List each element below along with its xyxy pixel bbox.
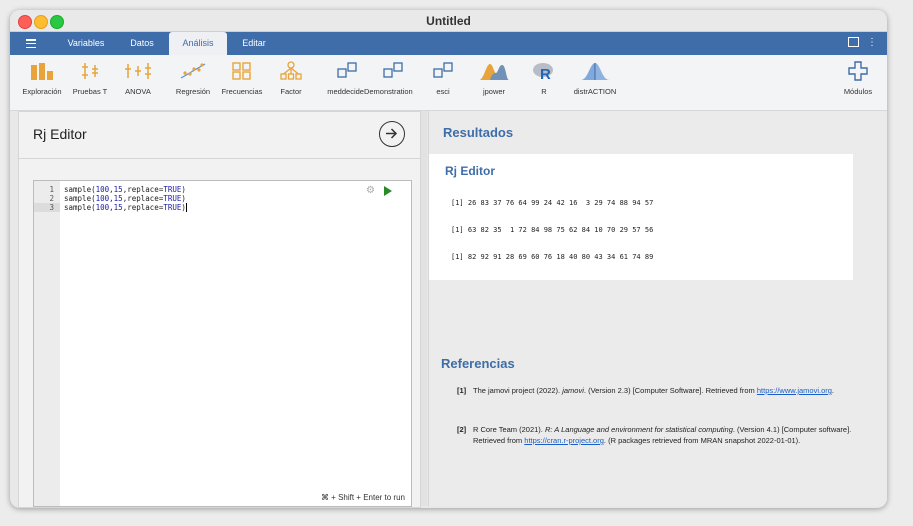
tab-variables[interactable]: Variables <box>60 32 112 55</box>
reference-item: [2] R Core Team (2021). R: A Language an… <box>457 425 852 445</box>
title-bar: Untitled <box>10 10 887 32</box>
line-number: 1 <box>49 185 54 194</box>
power-curve-icon <box>479 64 509 80</box>
panel-mode-icon[interactable] <box>848 37 859 48</box>
distribution-icon <box>581 63 609 80</box>
more-options-icon[interactable]: ⋮ <box>867 37 877 48</box>
tab-datos[interactable]: Datos <box>120 32 164 55</box>
reference-item: [1] The jamovi project (2022). jamovi. (… <box>457 386 835 395</box>
cran-link[interactable]: https://cran.r-project.org <box>524 436 604 445</box>
ribbon-modulos[interactable]: Módulos <box>838 61 878 96</box>
menu-bar: Variables Datos Análisis Editar ⋮ <box>10 32 887 55</box>
gear-icon[interactable]: ⚙ <box>366 185 375 196</box>
window-title: Untitled <box>426 14 471 28</box>
ribbon-factor[interactable]: Factor <box>274 61 308 96</box>
tab-editar[interactable]: Editar <box>232 32 276 55</box>
output-line: [1] 26 83 37 76 64 99 24 42 16 3 29 74 8… <box>451 199 654 207</box>
run-arrow-button[interactable] <box>379 121 405 147</box>
frequencies-icon <box>232 62 251 80</box>
results-heading: Resultados <box>443 125 514 140</box>
module-icon <box>337 62 403 78</box>
code-line[interactable]: sample(100,15,replace=TRUE) <box>64 203 187 212</box>
app-window: Untitled Variables Datos Análisis Editar… <box>10 10 887 508</box>
output-line: [1] 82 92 91 28 69 60 76 18 40 80 43 34 … <box>451 253 654 261</box>
reference-number: [1] <box>457 386 467 395</box>
analysis-ribbon: Exploración Pruebas T ANOVA Regresión Fr… <box>10 55 887 111</box>
esci-icon <box>433 62 453 78</box>
ribbon-anova[interactable]: ANOVA <box>118 61 158 96</box>
results-output-box: Rj Editor [1] 26 83 37 76 64 99 24 42 16… <box>429 154 853 280</box>
ribbon-esci[interactable]: esci <box>428 61 458 96</box>
code-line[interactable]: sample(100,15,replace=TRUE) <box>64 185 186 194</box>
bar-chart-icon <box>31 63 53 80</box>
plus-modules-icon <box>848 61 868 81</box>
results-panel: Resultados Rj Editor [1] 26 83 37 76 64 … <box>428 111 887 506</box>
ribbon-r[interactable]: R R <box>529 61 559 96</box>
ribbon-exploracion[interactable]: Exploración <box>18 61 66 96</box>
factor-icon <box>280 61 302 80</box>
ribbon-frecuencias[interactable]: Frecuencias <box>216 61 268 96</box>
editor-separator <box>19 158 420 159</box>
line-number: 2 <box>49 194 54 203</box>
editor-panel: Rj Editor 1 2 3 sample(100,15,replace=TR… <box>18 111 421 508</box>
tab-analisis[interactable]: Análisis <box>169 32 227 55</box>
jamovi-link[interactable]: https://www.jamovi.org <box>757 386 832 395</box>
arrow-right-icon <box>386 128 398 139</box>
ribbon-regresion[interactable]: Regresión <box>168 61 218 96</box>
ribbon-distraction[interactable]: distrACTION <box>568 61 622 96</box>
editor-title: Rj Editor <box>33 126 87 142</box>
regression-icon <box>180 63 206 79</box>
play-run-icon[interactable] <box>384 186 392 196</box>
reference-number: [2] <box>457 425 467 434</box>
results-subtitle: Rj Editor <box>445 164 495 178</box>
line-number-current: 3 <box>34 203 60 212</box>
ribbon-pruebas-t[interactable]: Pruebas T <box>68 61 112 96</box>
hamburger-menu-icon[interactable] <box>26 39 36 49</box>
code-editor[interactable]: 1 2 3 sample(100,15,replace=TRUE) sample… <box>33 180 412 507</box>
anova-icon <box>125 63 151 79</box>
ribbon-jpower[interactable]: jpower <box>474 61 514 96</box>
code-line[interactable]: sample(100,15,replace=TRUE) <box>64 194 186 203</box>
r-logo-icon: R <box>533 63 553 81</box>
line-number-gutter: 1 2 3 <box>34 181 60 506</box>
ribbon-meddecide[interactable]: meddecideDemonstration <box>318 61 422 96</box>
output-line: [1] 63 82 35 1 72 84 98 75 62 84 10 70 2… <box>451 226 654 234</box>
t-test-icon <box>82 63 98 79</box>
panel-divider[interactable] <box>421 111 427 506</box>
run-shortcut-hint: ⌘ + Shift + Enter to run <box>320 493 405 502</box>
references-heading: Referencias <box>441 356 515 371</box>
svg-text:R: R <box>540 66 551 81</box>
